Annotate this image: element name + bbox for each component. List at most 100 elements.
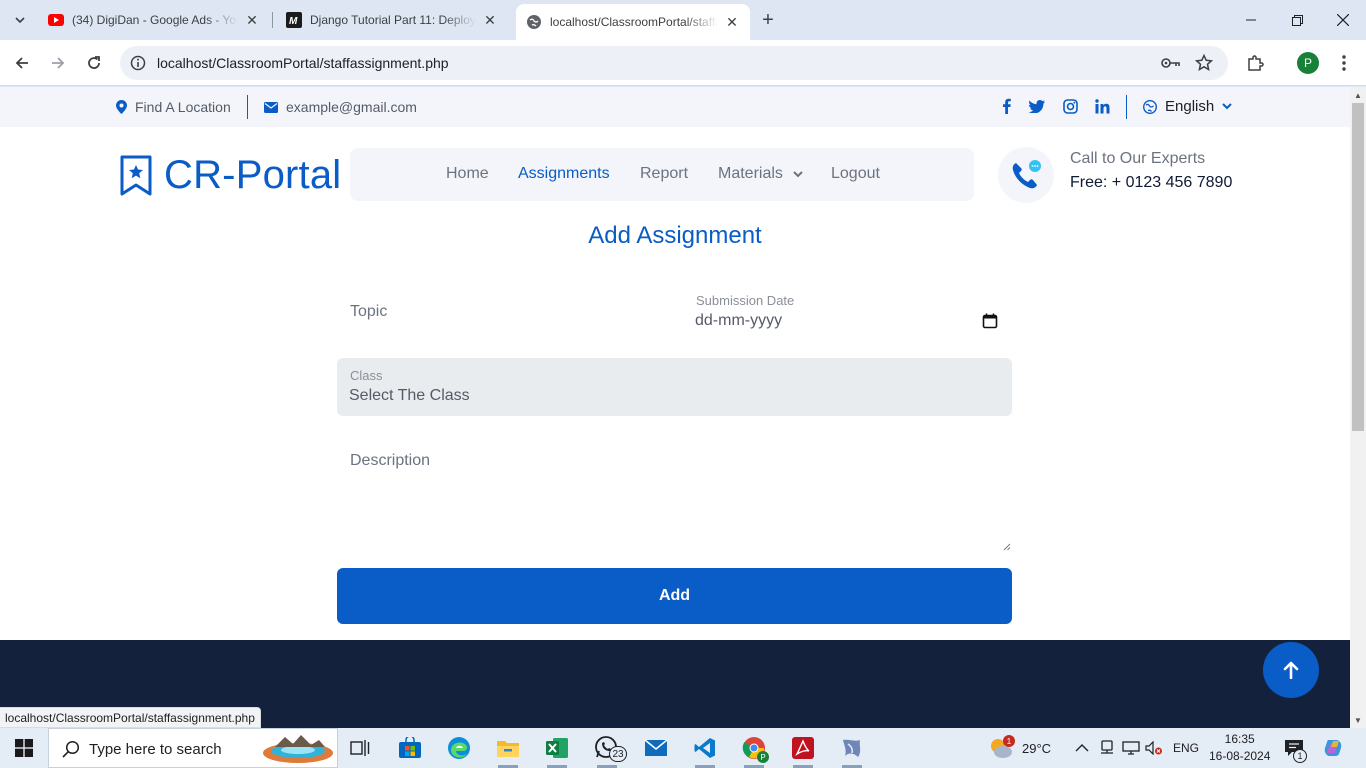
chevron-down-icon [793, 171, 804, 178]
app-icon[interactable] [832, 732, 872, 768]
divider [1126, 95, 1127, 119]
close-tab-icon[interactable]: ✕ [482, 12, 498, 28]
address-bar[interactable]: localhost/ClassroomPortal/staffassignmen… [120, 46, 1228, 80]
bookmark-star-logo-icon [120, 155, 152, 195]
add-button[interactable]: Add [337, 568, 1012, 624]
chevron-up-icon [1075, 744, 1089, 752]
vscode-icon[interactable] [685, 732, 725, 768]
tab-search-chevron-icon[interactable] [8, 8, 32, 32]
weather-widget[interactable]: 1 29°C [987, 728, 1051, 768]
microsoft-store-icon[interactable] [390, 732, 430, 764]
nav-materials[interactable]: Materials [718, 165, 804, 183]
tab-separator [272, 12, 273, 28]
browser-menu-icon[interactable] [1330, 49, 1358, 77]
browser-tab-youtube[interactable]: (34) DigiDan - Google Ads - YouTube ✕ [38, 6, 270, 34]
url-text[interactable]: localhost/ClassroomPortal/staffassignmen… [157, 55, 449, 71]
chrome-icon[interactable]: P [734, 732, 774, 768]
copilot-icon[interactable] [1322, 728, 1344, 768]
clock-time: 16:35 [1224, 732, 1255, 746]
excel-icon[interactable] [537, 732, 577, 768]
restore-button[interactable] [1274, 0, 1320, 40]
twitter-icon[interactable] [1027, 96, 1047, 116]
tab-title: localhost/ClassroomPortal/staffassignmen… [550, 15, 718, 29]
close-window-button[interactable] [1320, 0, 1366, 40]
location-text: Find A Location [135, 99, 231, 115]
network-icon[interactable] [1122, 728, 1140, 768]
taskbar-search[interactable]: Type here to search [48, 728, 338, 768]
meet-now-icon[interactable] [1100, 728, 1114, 768]
language-label: English [1165, 98, 1215, 115]
description-placeholder: Description [350, 452, 431, 469]
date-value: dd-mm-yyyy [695, 312, 783, 329]
minimize-button[interactable] [1228, 0, 1274, 40]
globe-icon [1143, 99, 1157, 114]
whatsapp-icon[interactable]: 23 [587, 732, 627, 768]
close-tab-icon[interactable]: ✕ [724, 14, 740, 30]
profile-avatar[interactable]: P [1297, 52, 1319, 74]
nav-home[interactable]: Home [446, 165, 489, 183]
notification-center-icon[interactable]: 1 [1284, 728, 1307, 768]
submission-date-label: Submission Date [696, 293, 795, 308]
linkedin-icon[interactable] [1092, 96, 1112, 116]
acrobat-icon[interactable] [783, 732, 823, 768]
temperature: 29°C [1022, 740, 1052, 756]
contact-label: Call to Our Experts [1070, 150, 1206, 167]
email-text: example@gmail.com [286, 99, 417, 115]
browser-tab-django[interactable]: M Django Tutorial Part 11: Deploying ✕ [276, 6, 508, 34]
nav-assignments[interactable]: Assignments [518, 165, 610, 183]
mail-icon[interactable] [636, 732, 676, 764]
brand-logo[interactable]: CR-Portal [120, 153, 341, 198]
brand-name: CR-Portal [164, 153, 342, 197]
new-tab-button[interactable]: + [756, 8, 780, 32]
scrollbar-thumb[interactable] [1352, 103, 1364, 431]
find-location-link[interactable]: Find A Location [116, 99, 231, 115]
file-explorer-icon[interactable] [488, 732, 528, 768]
task-view-icon[interactable] [340, 732, 380, 764]
volume-muted-icon[interactable] [1145, 728, 1163, 768]
windows-start-icon[interactable] [0, 728, 48, 768]
phone-icon [998, 147, 1054, 203]
nav-report[interactable]: Report [640, 165, 688, 183]
email-link[interactable]: example@gmail.com [264, 99, 417, 115]
class-select[interactable]: Class Select The Class [337, 358, 1012, 416]
windows-taskbar: Type here to search 23 P 1 29°C ENG 16:3… [0, 728, 1366, 768]
class-label: Class [350, 368, 383, 383]
contact-phone[interactable]: Free: + 0123 456 7890 [1070, 174, 1232, 192]
show-hidden-icons[interactable] [1075, 728, 1089, 768]
scroll-down-arrow-icon[interactable]: ▼ [1350, 712, 1366, 728]
calendar-icon[interactable] [982, 313, 998, 329]
svg-text:M: M [289, 16, 298, 27]
weather-badge: 1 [1003, 735, 1015, 747]
envelope-icon [264, 101, 278, 113]
clock[interactable]: 16:35 16-08-2024 [1209, 728, 1270, 768]
chrome-profile-badge: P [757, 751, 769, 763]
back-arrow-icon[interactable] [8, 49, 36, 77]
language-selector[interactable]: English [1143, 98, 1232, 115]
divider [247, 95, 248, 119]
topic-input[interactable]: Topic [337, 285, 667, 339]
nav-logout[interactable]: Logout [831, 165, 880, 183]
edge-icon[interactable] [439, 732, 479, 764]
browser-tab-active[interactable]: localhost/ClassroomPortal/staffassignmen… [516, 4, 750, 40]
youtube-icon [48, 12, 64, 28]
forward-arrow-icon[interactable] [44, 49, 72, 77]
input-language[interactable]: ENG [1173, 728, 1199, 768]
submission-date-input[interactable]: Submission Date dd-mm-yyyy [683, 285, 1012, 339]
page-scrollbar[interactable]: ▲ ▼ [1350, 87, 1366, 728]
bookmark-star-icon[interactable] [1194, 53, 1214, 73]
password-key-icon[interactable] [1161, 53, 1181, 73]
reload-icon[interactable] [80, 49, 108, 77]
site-info-icon[interactable] [128, 53, 148, 73]
extensions-puzzle-icon[interactable] [1241, 49, 1269, 77]
status-bar-url: localhost/ClassroomPortal/staffassignmen… [0, 707, 261, 728]
arrow-up-icon [1283, 661, 1299, 679]
search-placeholder: Type here to search [89, 741, 222, 758]
facebook-icon[interactable] [996, 96, 1016, 116]
back-to-top-button[interactable] [1263, 642, 1319, 698]
instagram-icon[interactable] [1060, 96, 1080, 116]
scroll-up-arrow-icon[interactable]: ▲ [1350, 87, 1366, 103]
page-title: Add Assignment [588, 222, 762, 249]
close-tab-icon[interactable]: ✕ [244, 12, 260, 28]
description-textarea[interactable]: Description [337, 442, 1012, 552]
resize-handle-icon[interactable] [1001, 541, 1011, 551]
